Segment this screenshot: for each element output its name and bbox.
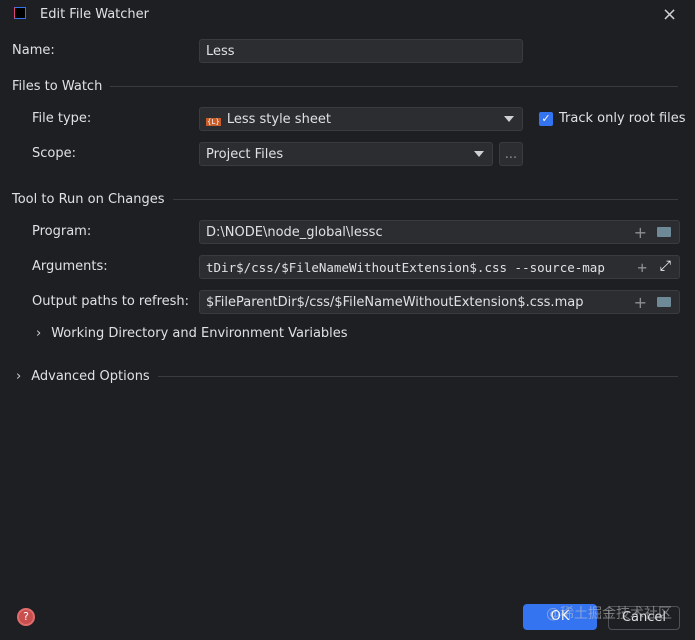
plus-icon[interactable]: + — [634, 223, 647, 242]
name-label: Name: — [12, 43, 55, 58]
track-root-checkbox[interactable]: ✓ — [539, 112, 553, 126]
watermark: @稀土掘金技术社区 — [546, 606, 672, 622]
scope-label: Scope: — [32, 146, 76, 161]
tool-heading: Tool to Run on Changes — [12, 192, 165, 207]
dialog-title: Edit File Watcher — [40, 7, 150, 22]
scope-browse-button[interactable]: ... — [499, 142, 523, 166]
arguments-input[interactable]: tDir$/css/$FileNameWithoutExtension$.css… — [199, 255, 680, 279]
program-input[interactable]: D:\NODE\node_global\lessc + — [199, 220, 680, 244]
scope-select[interactable]: Project Files — [199, 142, 493, 166]
help-button[interactable]: ? — [17, 608, 35, 626]
file-type-label: File type: — [32, 111, 92, 126]
expand-icon[interactable]: ⤢ — [659, 258, 671, 274]
tool-section: Tool to Run on Changes — [12, 192, 678, 207]
advanced-options-label: Advanced Options — [31, 369, 150, 384]
files-to-watch-heading: Files to Watch — [12, 79, 103, 94]
plus-icon[interactable]: + — [633, 258, 647, 277]
folder-icon[interactable] — [657, 227, 671, 237]
files-to-watch-section: Files to Watch — [12, 79, 678, 94]
output-label: Output paths to refresh: — [32, 294, 190, 309]
advanced-options-toggle[interactable]: › Advanced Options — [16, 369, 678, 384]
chevron-right-icon: › — [16, 369, 22, 384]
program-value: D:\NODE\node_global\lessc — [206, 224, 383, 240]
file-type-value: Less style sheet — [226, 111, 331, 127]
output-input[interactable]: $FileParentDir$/css/$FileNameWithoutExte… — [199, 290, 680, 314]
plus-icon[interactable]: + — [634, 293, 647, 312]
file-type-select[interactable]: {L} Less style sheet — [199, 107, 523, 131]
chevron-down-icon — [474, 151, 484, 157]
output-value: $FileParentDir$/css/$FileNameWithoutExte… — [206, 294, 584, 310]
folder-icon[interactable] — [657, 297, 671, 307]
divider — [157, 376, 678, 377]
working-dir-toggle[interactable]: › Working Directory and Environment Vari… — [36, 326, 348, 341]
divider — [172, 199, 678, 200]
track-root-label[interactable]: Track only root files — [559, 111, 686, 126]
app-icon — [14, 7, 26, 19]
name-input[interactable]: Less — [199, 39, 523, 63]
program-label: Program: — [32, 224, 92, 239]
less-file-icon: {L} — [206, 118, 221, 126]
scope-value: Project Files — [206, 146, 284, 162]
working-dir-label: Working Directory and Environment Variab… — [51, 326, 348, 341]
chevron-right-icon: › — [36, 326, 42, 341]
arguments-label: Arguments: — [32, 259, 108, 274]
close-icon[interactable]: × — [662, 4, 677, 25]
chevron-down-icon — [504, 116, 514, 122]
arguments-value: tDir$/css/$FileNameWithoutExtension$.css… — [206, 259, 605, 275]
divider — [110, 86, 678, 87]
